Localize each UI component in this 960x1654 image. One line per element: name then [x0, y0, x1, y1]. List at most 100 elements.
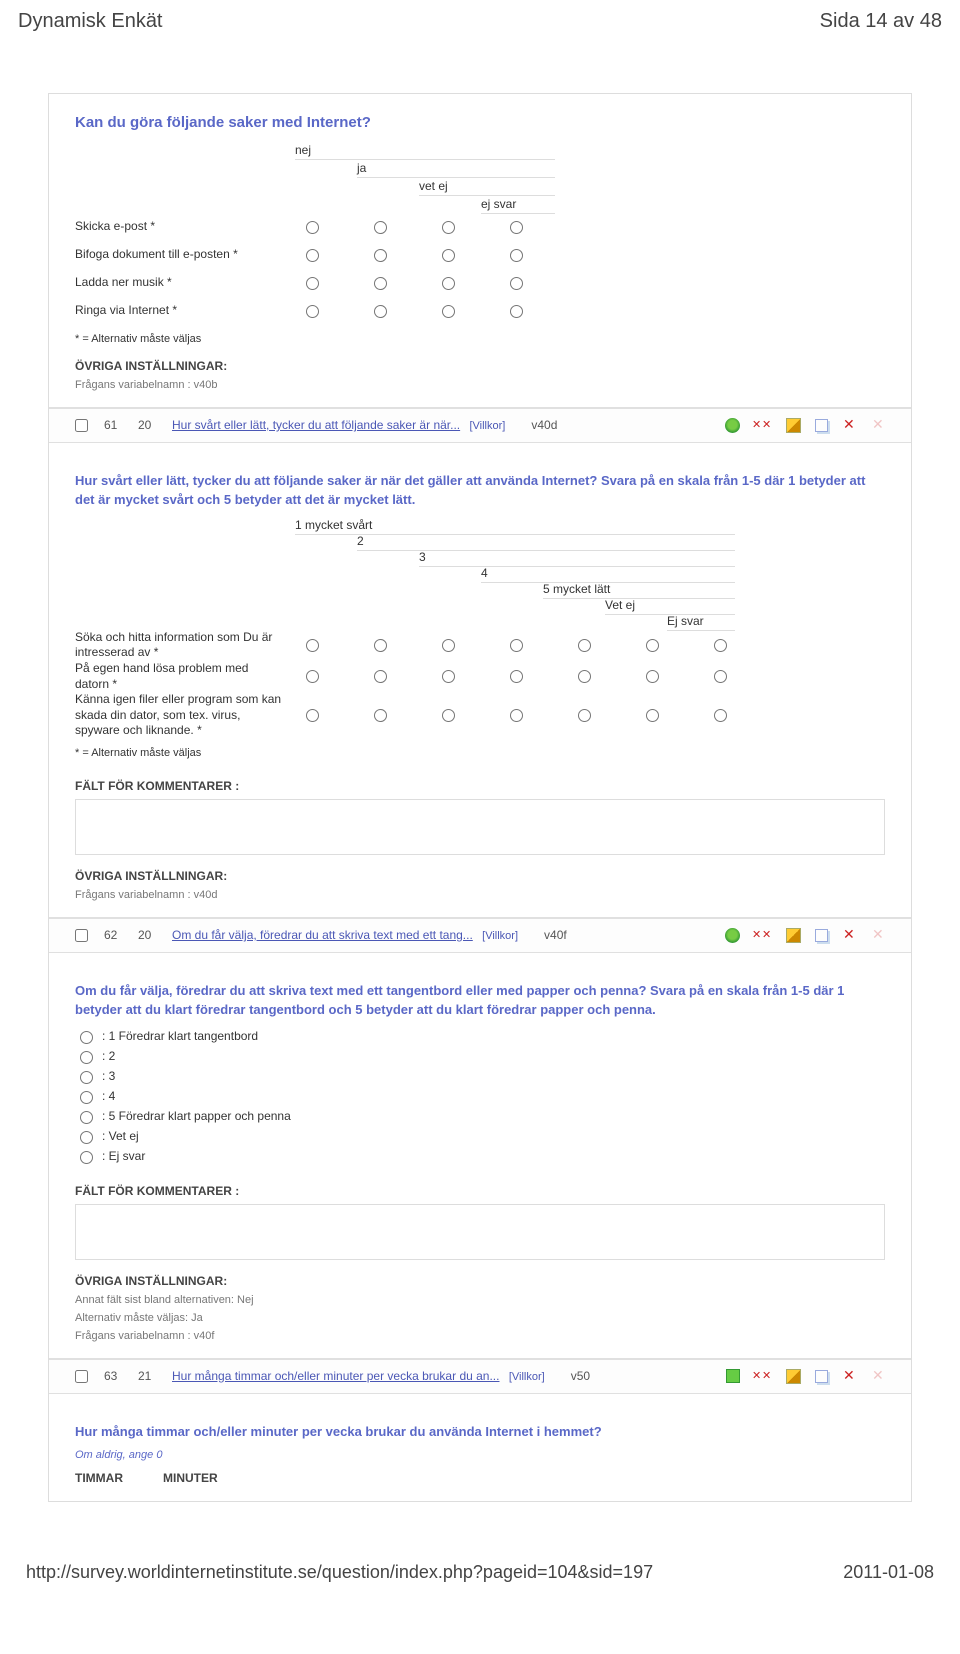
page-index: 21 [138, 1369, 162, 1383]
matrix-row: Bifoga dokument till e-posten * [75, 241, 885, 269]
comment-heading: FÄLT FÖR KOMMENTARER : [75, 1184, 885, 1198]
radio-option[interactable] [442, 249, 455, 262]
edit-icon[interactable] [786, 1369, 801, 1384]
radio-option[interactable] [374, 639, 387, 652]
question-index: 62 [104, 928, 128, 942]
radio-option[interactable] [442, 670, 455, 683]
radio-option[interactable] [510, 221, 523, 234]
radio-option[interactable] [578, 670, 591, 683]
edit-icon[interactable] [786, 418, 801, 433]
radio-option[interactable] [714, 709, 727, 722]
main-frame: Kan du göra följande saker med Internet?… [48, 93, 912, 1502]
radio-option[interactable] [646, 639, 659, 652]
select-checkbox[interactable] [75, 929, 88, 942]
radio-option[interactable] [442, 305, 455, 318]
radio-option[interactable] [306, 639, 319, 652]
radio-option[interactable] [306, 249, 319, 262]
radio-option[interactable] [374, 709, 387, 722]
row-label: Ringa via Internet * [75, 303, 295, 319]
radio-option[interactable] [374, 670, 387, 683]
radio-option[interactable] [306, 709, 319, 722]
radio-option[interactable] [510, 305, 523, 318]
radio-option[interactable] [646, 709, 659, 722]
radio-option[interactable] [306, 305, 319, 318]
condition-link[interactable]: [Villkor] [509, 1371, 545, 1383]
radio-list: : 1 Föredrar klart tangentbord : 2 : 3 :… [75, 1028, 885, 1164]
option-label: : 2 [102, 1049, 115, 1063]
radio-option[interactable] [374, 249, 387, 262]
row-label: Skicka e-post * [75, 219, 295, 235]
radio-option[interactable] [80, 1151, 93, 1164]
radio-option[interactable] [578, 709, 591, 722]
radio-option[interactable] [442, 277, 455, 290]
delete-icon[interactable] [842, 928, 857, 943]
settings-heading: ÖVRIGA INSTÄLLNINGAR: [75, 359, 885, 373]
status-square-icon[interactable] [726, 1369, 740, 1383]
double-x-icon[interactable] [754, 418, 772, 433]
option-label: : Vet ej [102, 1129, 139, 1143]
radio-option[interactable] [646, 670, 659, 683]
row-label: Söka och hitta information som Du är int… [75, 630, 295, 661]
question-block-v40f: Om du får välja, föredrar du att skriva … [49, 953, 911, 1359]
copy-icon[interactable] [815, 1370, 828, 1383]
matrix-row: Ladda ner musik * [75, 269, 885, 297]
double-x-icon[interactable] [754, 1369, 772, 1384]
radio-option[interactable] [442, 221, 455, 234]
copy-icon[interactable] [815, 929, 828, 942]
matrix-column-headers: nej ja vet ej ej svar [295, 143, 885, 213]
question-link[interactable]: Hur många timmar och/eller minuter per v… [172, 1369, 499, 1383]
radio-option[interactable] [510, 249, 523, 262]
radio-option[interactable] [442, 639, 455, 652]
radio-option[interactable] [442, 709, 455, 722]
radio-option[interactable] [306, 221, 319, 234]
question-prompt: Hur många timmar och/eller minuter per v… [75, 1422, 885, 1442]
matrix-row: Skicka e-post * [75, 213, 885, 241]
status-icon[interactable] [725, 418, 740, 433]
select-checkbox[interactable] [75, 419, 88, 432]
radio-option[interactable] [306, 277, 319, 290]
radio-option[interactable] [80, 1131, 93, 1144]
radio-option[interactable] [80, 1091, 93, 1104]
question-block-v50: Hur många timmar och/eller minuter per v… [49, 1394, 911, 1502]
radio-option[interactable] [80, 1051, 93, 1064]
radio-option[interactable] [374, 277, 387, 290]
radio-option[interactable] [80, 1071, 93, 1084]
copy-icon[interactable] [815, 419, 828, 432]
radio-option[interactable] [510, 670, 523, 683]
radio-option[interactable] [510, 277, 523, 290]
settings-line: Frågans variabelnamn : v40b [75, 379, 885, 391]
comment-field[interactable] [75, 1204, 885, 1260]
option-label: : 4 [102, 1089, 115, 1103]
col-header: Vet ej [605, 598, 735, 615]
comment-field[interactable] [75, 799, 885, 855]
radio-option[interactable] [578, 639, 591, 652]
radio-option[interactable] [714, 670, 727, 683]
radio-option[interactable] [80, 1031, 93, 1044]
radio-option[interactable] [510, 639, 523, 652]
question-link[interactable]: Hur svårt eller lätt, tycker du att följ… [172, 418, 460, 432]
footer-date: 2011-01-08 [843, 1562, 934, 1583]
radio-option[interactable] [374, 305, 387, 318]
radio-option[interactable] [306, 670, 319, 683]
variable-code: v40d [531, 418, 557, 432]
matrix-row: På egen hand lösa problem med datorn * [75, 661, 885, 692]
condition-link[interactable]: [Villkor] [482, 930, 518, 942]
status-icon[interactable] [725, 928, 740, 943]
radio-option[interactable] [714, 639, 727, 652]
delete-icon[interactable] [842, 418, 857, 433]
col-header: 4 [481, 566, 735, 583]
question-link[interactable]: Om du får välja, föredrar du att skriva … [172, 928, 473, 942]
required-note: * = Alternativ måste väljas [75, 333, 885, 345]
radio-option[interactable] [510, 709, 523, 722]
select-checkbox[interactable] [75, 1370, 88, 1383]
delete-icon[interactable] [842, 1369, 857, 1384]
radio-option[interactable] [80, 1111, 93, 1124]
matrix-row: Söka och hitta information som Du är int… [75, 630, 885, 661]
settings-line: Frågans variabelnamn : v40f [75, 1330, 885, 1342]
variable-code: v40f [544, 928, 567, 942]
edit-icon[interactable] [786, 928, 801, 943]
double-x-icon[interactable] [754, 928, 772, 943]
condition-link[interactable]: [Villkor] [469, 420, 505, 432]
matrix-row: Känna igen filer eller program som kan s… [75, 692, 885, 739]
radio-option[interactable] [374, 221, 387, 234]
